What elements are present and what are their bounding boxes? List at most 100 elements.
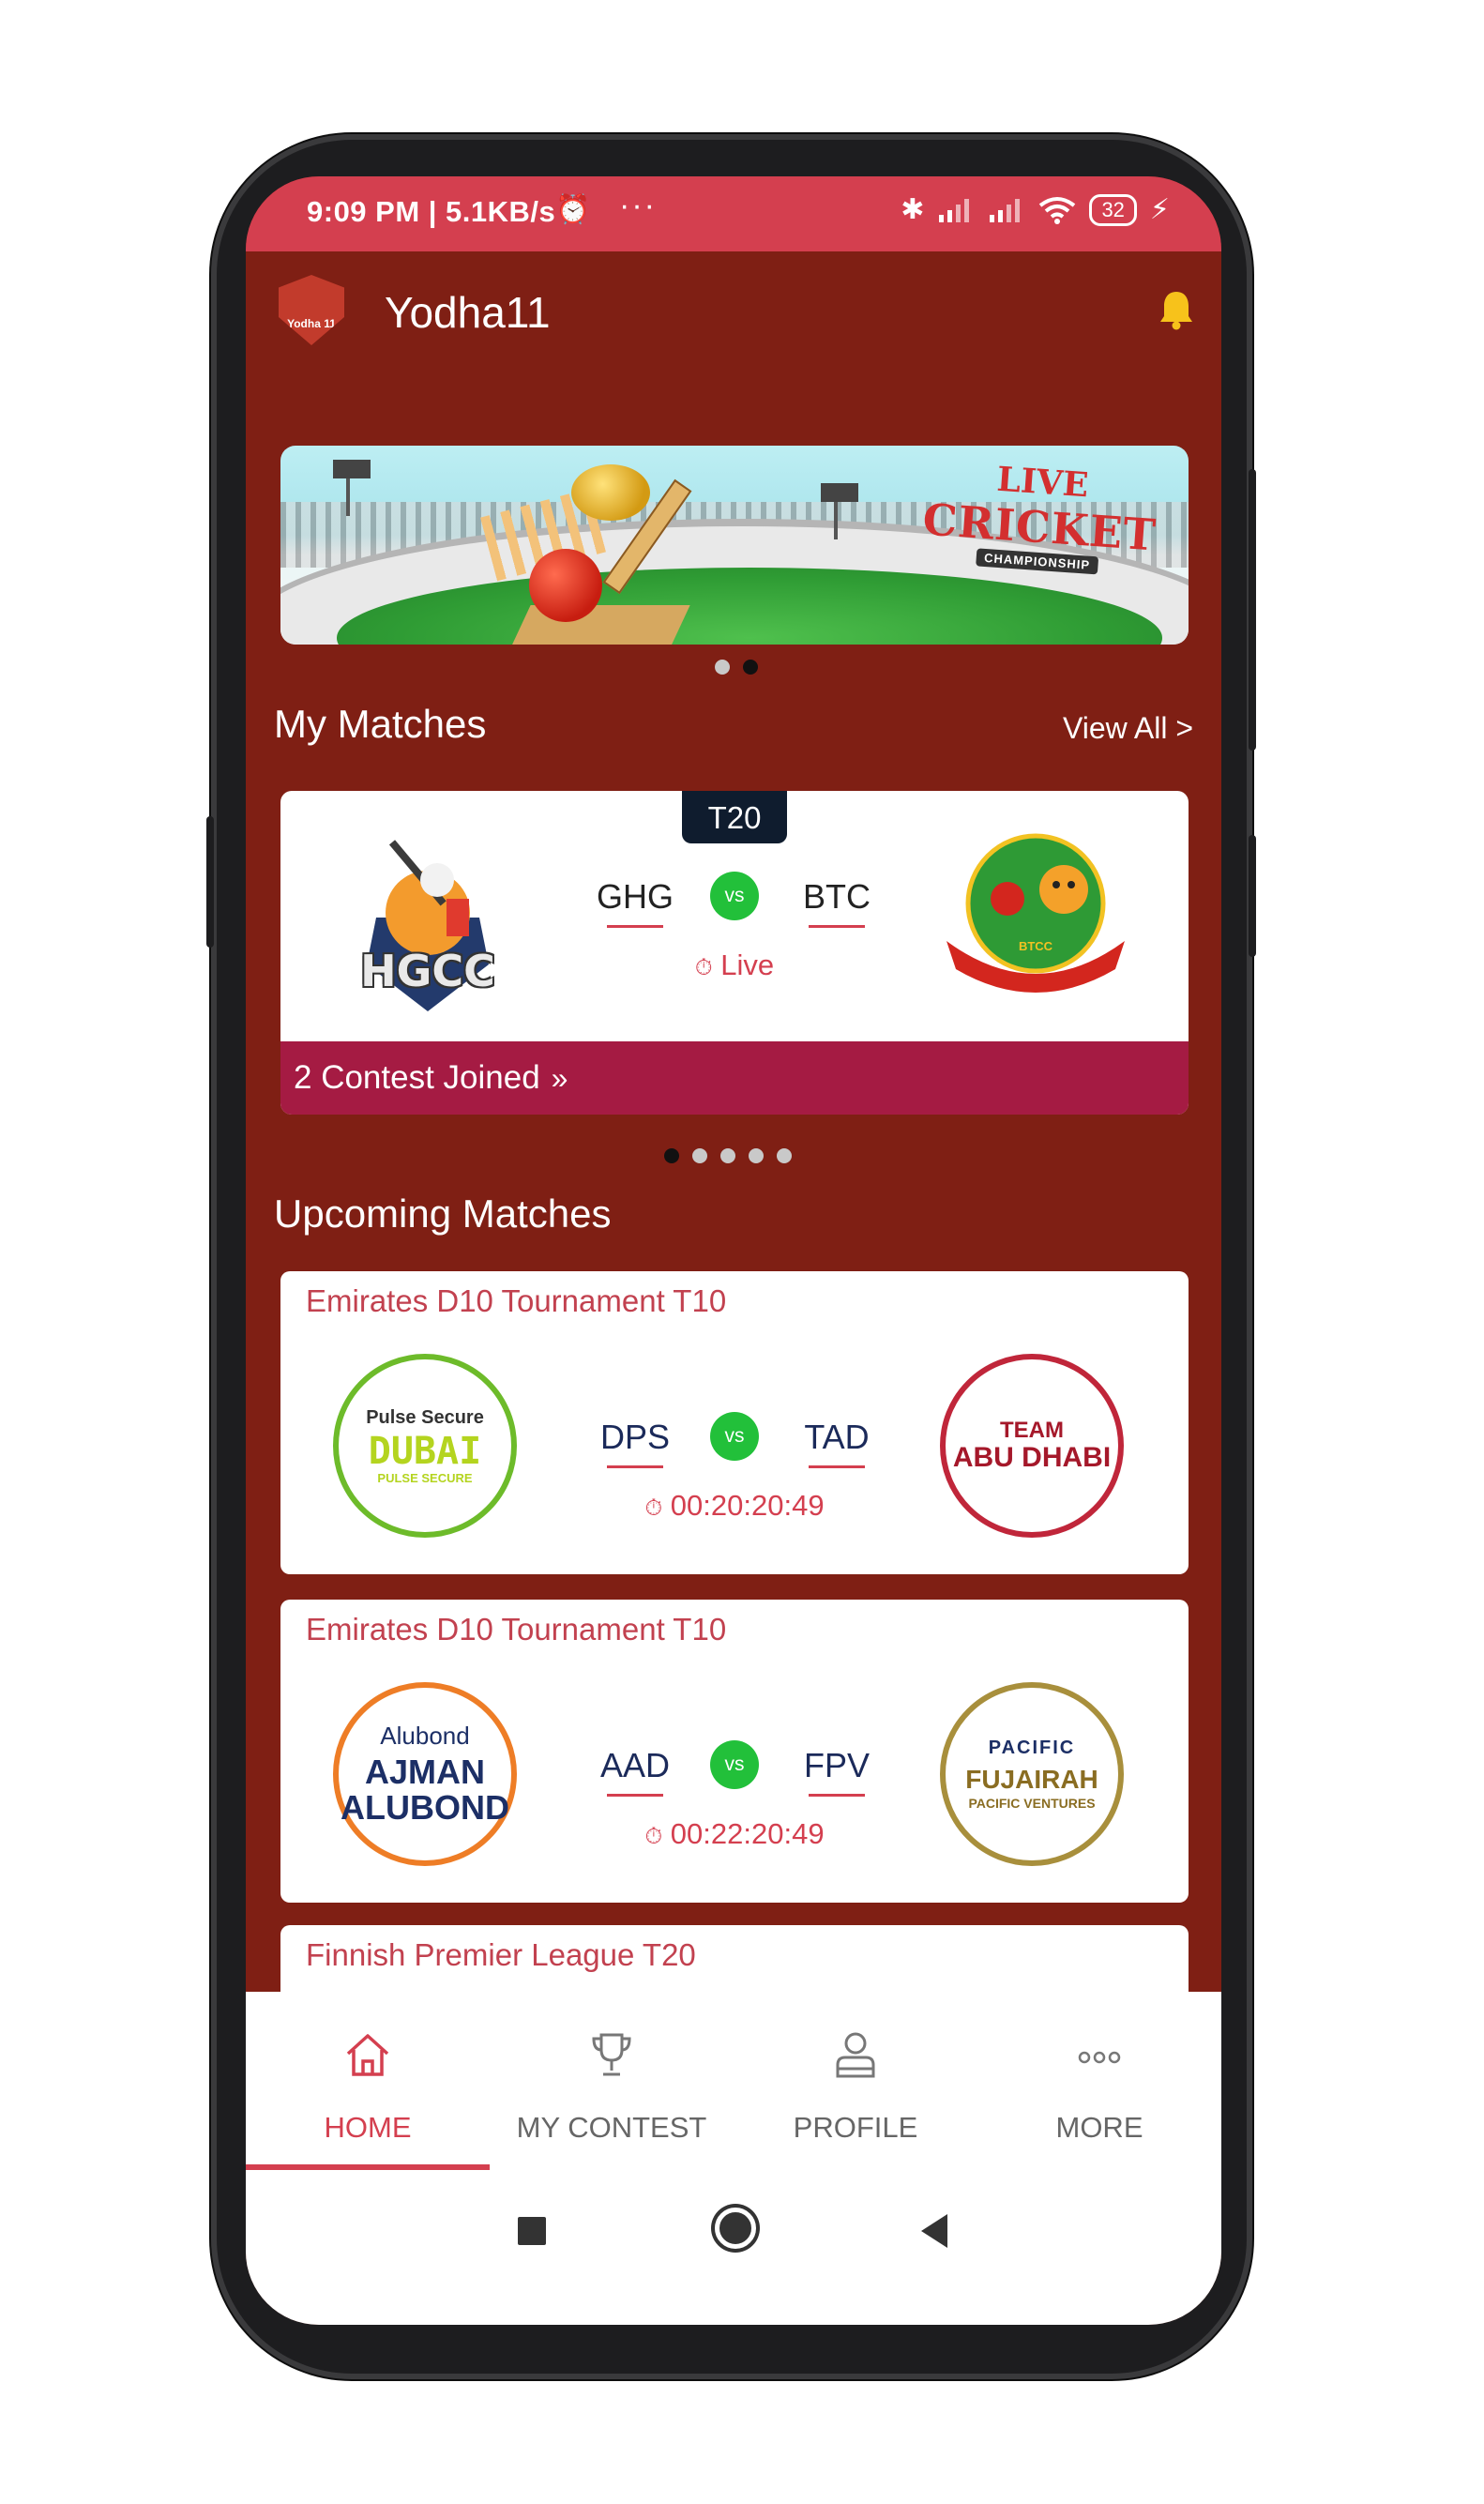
system-navigation-bar xyxy=(246,2170,1221,2325)
team1-logo: Pulse Secure DUBAI PULSE SECURE xyxy=(333,1354,517,1538)
tournament-name: Finnish Premier League T20 xyxy=(306,1937,696,1972)
team1-logo: Alubond AJMAN ALUBOND xyxy=(333,1682,517,1866)
status-bar: 9:09 PM | 5.1KB/s ⏰ ··· ✱ 32 ⚡ xyxy=(246,176,1221,251)
pager-dot[interactable] xyxy=(777,1148,792,1163)
team1-logo-main: DUBAI xyxy=(368,1429,482,1473)
team1-logo-top: Alubond xyxy=(380,1722,470,1750)
app-screen: 9:09 PM | 5.1KB/s ⏰ ··· ✱ 32 ⚡ Yodha 11 … xyxy=(246,176,1221,2325)
match-live-status: ⏱ Live xyxy=(641,948,828,982)
team2-logo-text: BTCC xyxy=(1018,939,1053,953)
pager-dot[interactable] xyxy=(715,660,730,675)
team1-logo-sub: ALUBOND xyxy=(341,1788,509,1827)
battery-indicator: 32 xyxy=(1089,193,1137,226)
app-title: Yodha11 xyxy=(385,288,551,337)
nav-my-contest-label: MY CONTEST xyxy=(516,2111,707,2144)
nav-more[interactable]: MORE xyxy=(977,1992,1221,2170)
team2-code: TAD xyxy=(780,1418,893,1468)
team1-logo-text: HGCC xyxy=(360,946,495,996)
vs-badge: vs xyxy=(710,1412,759,1461)
my-matches-pager xyxy=(664,1148,792,1163)
match-countdown: ⏱ 00:22:20:49 xyxy=(613,1817,856,1851)
nav-more-label: MORE xyxy=(1055,2111,1143,2144)
match-status-text: Live xyxy=(720,948,775,981)
team2-logo: BTCC xyxy=(937,828,1134,997)
my-match-card[interactable]: T20 HGCC GHG vs BTC ⏱ Live BTCC 2 Contes… xyxy=(280,791,1189,1115)
contest-joined-bar[interactable]: 2 Contest Joined » xyxy=(280,1041,1189,1115)
pager-dot[interactable] xyxy=(692,1148,707,1163)
stopwatch-icon: ⏱ xyxy=(644,1495,663,1521)
phone-side-button xyxy=(206,816,214,948)
upcoming-matches-title: Upcoming Matches xyxy=(274,1191,612,1236)
double-chevron-right-icon: » xyxy=(551,1060,568,1095)
vs-badge: vs xyxy=(710,1740,759,1789)
team2-logo-sub: PACIFIC VENTURES xyxy=(968,1796,1096,1811)
pager-dot[interactable] xyxy=(749,1148,764,1163)
my-matches-title: My Matches xyxy=(274,702,487,746)
pager-dot[interactable] xyxy=(720,1148,735,1163)
nav-home[interactable]: HOME xyxy=(246,1992,490,2170)
status-time: 9:09 PM | 5.1KB/s xyxy=(307,195,556,228)
team1-logo: HGCC xyxy=(357,814,498,1016)
charging-icon: ⚡ xyxy=(1149,194,1170,225)
team2-logo-top: TEAM xyxy=(1000,1418,1064,1443)
banner-pitch xyxy=(508,605,690,645)
team2-code: FPV xyxy=(780,1746,893,1797)
banner-pager xyxy=(715,660,758,675)
team2-logo-main: FUJAIRAH xyxy=(965,1765,1098,1794)
banner-headline: LIVE CRICKET CHAMPIONSHIP xyxy=(915,454,1165,579)
banner-trophy-ball xyxy=(571,464,650,521)
stopwatch-icon: ⏱ xyxy=(644,1824,663,1849)
tournament-name: Emirates D10 Tournament T10 xyxy=(306,1612,727,1647)
team1-logo-main: AJMAN xyxy=(364,1753,485,1791)
nav-profile[interactable]: PROFILE xyxy=(734,1992,977,2170)
pager-dot-active[interactable] xyxy=(743,660,758,675)
home-icon xyxy=(346,2034,389,2076)
more-icon xyxy=(1078,2051,1121,2064)
app-logo-text: Yodha 11 xyxy=(287,316,336,330)
view-all-link[interactable]: View All > xyxy=(1063,711,1193,746)
nav-profile-label: PROFILE xyxy=(793,2111,918,2144)
match-format-tag: T20 xyxy=(682,791,787,843)
team2-logo-main: ABU DHABI xyxy=(952,1442,1112,1473)
countdown-text: 00:20:20:49 xyxy=(670,1489,825,1522)
upcoming-match-card[interactable]: Emirates D10 Tournament T10 Alubond AJMA… xyxy=(280,1600,1189,1903)
tournament-name: Emirates D10 Tournament T10 xyxy=(306,1283,727,1318)
banner-floodlight xyxy=(333,460,387,516)
profile-icon xyxy=(836,2032,875,2078)
team1-code: AAD xyxy=(579,1746,691,1797)
contest-joined-text: 2 Contest Joined xyxy=(294,1059,540,1096)
vs-badge: vs xyxy=(710,872,759,920)
team2-logo-top: PACIFIC xyxy=(988,1738,1076,1758)
team1-code: DPS xyxy=(579,1418,691,1468)
notification-bell-icon[interactable] xyxy=(1158,289,1195,330)
team2-code: BTC xyxy=(780,877,893,928)
stopwatch-icon: ⏱ xyxy=(694,955,713,980)
team2-logo: TEAM ABU DHABI xyxy=(940,1354,1124,1538)
alarm-icon: ⏰ xyxy=(555,194,591,225)
app-header: Yodha 11 Yodha11 xyxy=(246,251,1221,373)
promo-banner[interactable]: LIVE CRICKET CHAMPIONSHIP xyxy=(280,446,1189,645)
recents-button[interactable] xyxy=(518,2217,546,2245)
team1-code: GHG xyxy=(579,877,691,928)
banner-cricket-ball xyxy=(529,549,602,622)
nav-my-contest[interactable]: MY CONTEST xyxy=(490,1992,734,2170)
phone-side-button xyxy=(1249,469,1256,751)
signal-icon xyxy=(990,198,1021,222)
upcoming-match-card[interactable]: Emirates D10 Tournament T10 Pulse Secure… xyxy=(280,1271,1189,1574)
nav-home-label: HOME xyxy=(324,2111,412,2144)
team1-logo-sub: PULSE SECURE xyxy=(377,1470,473,1485)
more-notifications-icon: ··· xyxy=(619,188,657,223)
back-button[interactable] xyxy=(919,2212,951,2250)
match-countdown: ⏱ 00:20:20:49 xyxy=(613,1489,856,1523)
home-button[interactable] xyxy=(715,2208,756,2249)
signal-icon xyxy=(939,198,970,222)
app-logo: Yodha 11 xyxy=(279,275,344,345)
countdown-text: 00:22:20:49 xyxy=(670,1817,825,1850)
team2-logo: PACIFIC FUJAIRAH PACIFIC VENTURES xyxy=(940,1682,1124,1866)
pager-dot-active[interactable] xyxy=(664,1148,679,1163)
phone-side-button xyxy=(1249,835,1256,957)
bottom-navigation: HOME MY CONTEST PROFILE MORE xyxy=(246,1992,1221,2172)
status-icons: ✱ 32 ⚡ xyxy=(901,193,1170,226)
trophy-icon xyxy=(592,2033,631,2076)
wifi-icon xyxy=(1039,196,1076,224)
